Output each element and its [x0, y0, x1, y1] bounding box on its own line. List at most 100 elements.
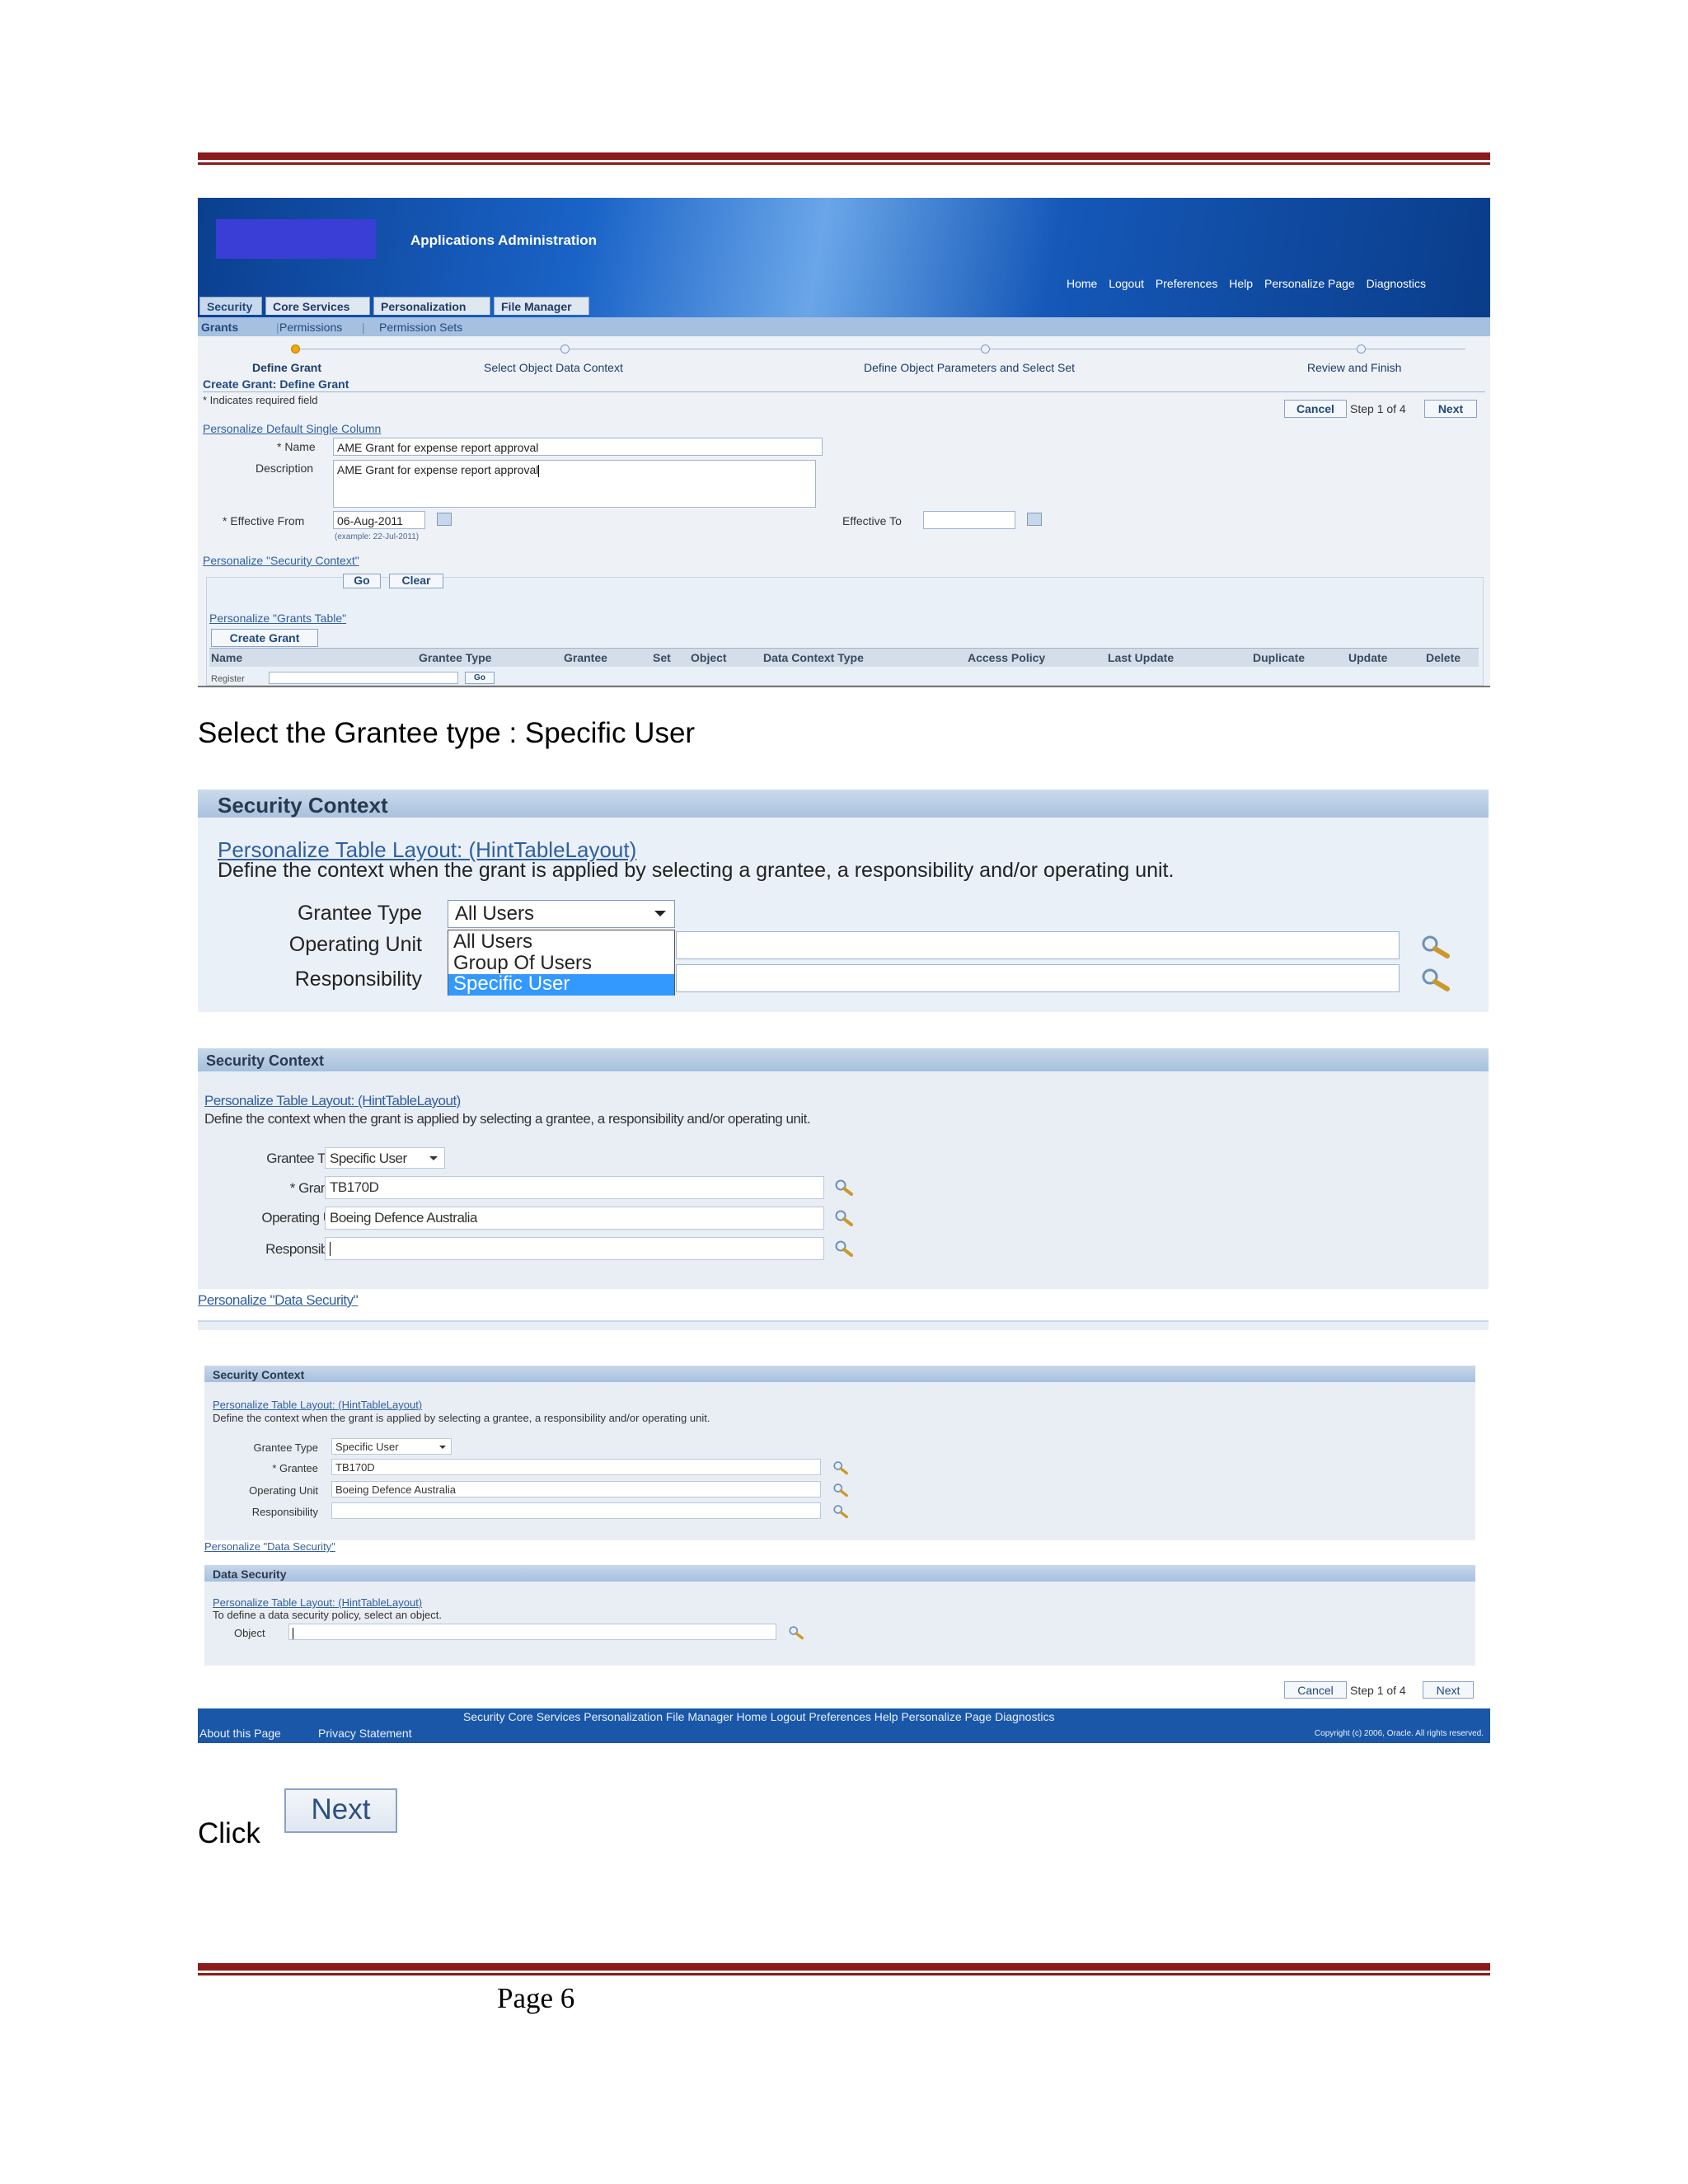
search-icon[interactable] — [832, 1504, 849, 1519]
object-input[interactable] — [288, 1624, 776, 1640]
go-small-button[interactable]: Go — [465, 672, 495, 684]
footer-rule — [198, 1963, 1490, 1975]
search-icon[interactable] — [1419, 935, 1452, 959]
cancel-button[interactable]: Cancel — [1284, 400, 1347, 418]
subtab-bar: Grants | Permissions | Permission Sets — [198, 317, 1490, 336]
col-set[interactable]: Set — [653, 651, 671, 664]
subtab-grants[interactable]: Grants — [201, 321, 238, 334]
about-page-link[interactable]: About this Page — [199, 1727, 281, 1740]
grantee-input[interactable]: TB170D — [325, 1176, 824, 1199]
train-step-2-marker — [560, 344, 570, 354]
search-icon[interactable] — [1419, 968, 1452, 992]
tab-personalization[interactable]: Personalization — [373, 297, 490, 315]
col-update[interactable]: Update — [1348, 651, 1387, 664]
step-indicator: Step 1 of 4 — [1350, 1684, 1406, 1697]
subtab-permission-sets[interactable]: Permission Sets — [379, 321, 462, 334]
responsibility-field[interactable] — [676, 964, 1400, 992]
global-link-preferences[interactable]: Preferences — [1156, 277, 1217, 290]
train-step-3-label: Define Object Parameters and Select Set — [864, 361, 1076, 374]
personalize-grants-table-link[interactable]: Personalize "Grants Table" — [209, 612, 346, 625]
operating-unit-input[interactable]: Boeing Defence Australia — [325, 1207, 824, 1230]
go-button[interactable]: Go — [343, 574, 381, 588]
global-link-home[interactable]: Home — [1067, 277, 1097, 290]
col-data-context-type[interactable]: Data Context Type — [763, 651, 864, 664]
name-input[interactable]: AME Grant for expense report approval — [333, 438, 823, 456]
personalize-security-context-link[interactable]: Personalize "Security Context" — [203, 554, 359, 567]
search-icon[interactable] — [834, 1179, 854, 1197]
operating-unit-input[interactable]: Boeing Defence Australia — [331, 1481, 821, 1497]
effective-from-input[interactable]: 06-Aug-2011 — [333, 511, 425, 529]
next-button[interactable]: Next — [1423, 1681, 1474, 1699]
search-icon[interactable] — [832, 1483, 849, 1497]
section-description: Define the context when the grant is app… — [218, 859, 1175, 882]
col-access-policy[interactable]: Access Policy — [968, 651, 1045, 664]
privacy-statement-link[interactable]: Privacy Statement — [318, 1727, 412, 1740]
train-step-1-label: Define Grant — [252, 361, 322, 374]
chevron-down-icon — [439, 1446, 446, 1449]
tab-security[interactable]: Security — [199, 297, 262, 315]
col-grantee-type[interactable]: Grantee Type — [419, 651, 491, 664]
global-link-personalize-page[interactable]: Personalize Page — [1264, 277, 1355, 290]
data-security-header: Data Security — [204, 1565, 1475, 1582]
personalize-table-layout-link[interactable]: Personalize Table Layout: (HintTableLayo… — [213, 1399, 422, 1411]
section-title: Security Context — [213, 1368, 305, 1381]
click-caption: Click — [198, 1817, 260, 1849]
col-name[interactable]: Name — [211, 651, 242, 664]
train-step-4-marker — [1357, 344, 1366, 354]
option-all-users[interactable]: All Users — [448, 932, 674, 954]
personalize-table-layout-link[interactable]: Personalize Table Layout: (HintTableLayo… — [204, 1093, 461, 1109]
calendar-icon[interactable] — [1027, 513, 1042, 526]
global-link-help[interactable]: Help — [1229, 277, 1253, 290]
global-link-logout[interactable]: Logout — [1109, 277, 1144, 290]
subtab-permissions[interactable]: Permissions — [279, 321, 342, 334]
search-icon[interactable] — [788, 1625, 804, 1640]
responsibility-input[interactable] — [331, 1502, 821, 1519]
personalize-default-link[interactable]: Personalize Default Single Column — [203, 422, 381, 435]
responsibility-label: Responsibility — [251, 1506, 318, 1518]
operating-unit-label: Operating Unit — [249, 1484, 318, 1497]
train-step-1-marker — [291, 344, 300, 354]
search-icon[interactable] — [834, 1240, 854, 1258]
effective-to-input[interactable] — [923, 511, 1015, 529]
grantee-type-select[interactable]: All Users — [448, 900, 675, 928]
col-duplicate[interactable]: Duplicate — [1253, 651, 1305, 664]
section-description: Define the context when the grant is app… — [204, 1111, 811, 1127]
grantee-type-options: All Users Group Of Users Specific User — [448, 930, 675, 996]
grantee-type-select[interactable]: Specific User — [331, 1438, 452, 1455]
calendar-icon[interactable] — [437, 513, 452, 526]
data-security-description: To define a data security policy, select… — [213, 1609, 442, 1621]
personalize-data-security-link[interactable]: Personalize "Data Security" — [198, 1292, 359, 1309]
search-icon[interactable] — [832, 1460, 849, 1475]
col-delete[interactable]: Delete — [1426, 651, 1461, 664]
search-icon[interactable] — [834, 1209, 854, 1227]
section-description: Define the context when the grant is app… — [213, 1412, 710, 1424]
cancel-button[interactable]: Cancel — [1284, 1681, 1347, 1699]
register-text: Register — [211, 674, 245, 684]
next-button[interactable]: Next — [1424, 400, 1477, 418]
effective-to-label: Effective To — [842, 514, 902, 527]
responsibility-label: Responsibility — [294, 968, 422, 991]
operating-unit-field[interactable] — [676, 931, 1400, 959]
section-header: Security Context — [198, 790, 1489, 818]
tab-file-manager[interactable]: File Manager — [494, 297, 589, 315]
col-last-update[interactable]: Last Update — [1108, 651, 1174, 664]
clear-button[interactable]: Clear — [389, 574, 443, 588]
description-textarea[interactable]: AME Grant for expense report approval — [333, 460, 816, 508]
data-personalize-link[interactable]: Personalize Table Layout: (HintTableLayo… — [213, 1596, 422, 1609]
data-security-title: Data Security — [213, 1568, 287, 1581]
section-title: Security Context — [206, 1052, 325, 1069]
train-step-2-label: Select Object Data Context — [484, 361, 623, 374]
footer-links[interactable]: Security Core Services Personalization F… — [463, 1710, 1054, 1723]
option-specific-user[interactable]: Specific User — [448, 974, 674, 996]
personalize-data-security-link[interactable]: Personalize "Data Security" — [204, 1540, 335, 1553]
tab-core-services[interactable]: Core Services — [265, 297, 370, 315]
operating-unit-label: Operating Unit — [288, 933, 422, 956]
global-link-diagnostics[interactable]: Diagnostics — [1367, 277, 1426, 290]
create-grant-button[interactable]: Create Grant — [211, 629, 318, 647]
register-select[interactable] — [269, 672, 458, 684]
col-object[interactable]: Object — [691, 651, 727, 664]
grantee-input[interactable]: TB170D — [331, 1459, 821, 1475]
grantee-type-select[interactable]: Specific User — [325, 1147, 445, 1169]
responsibility-input[interactable] — [325, 1237, 824, 1260]
col-grantee[interactable]: Grantee — [564, 651, 607, 664]
